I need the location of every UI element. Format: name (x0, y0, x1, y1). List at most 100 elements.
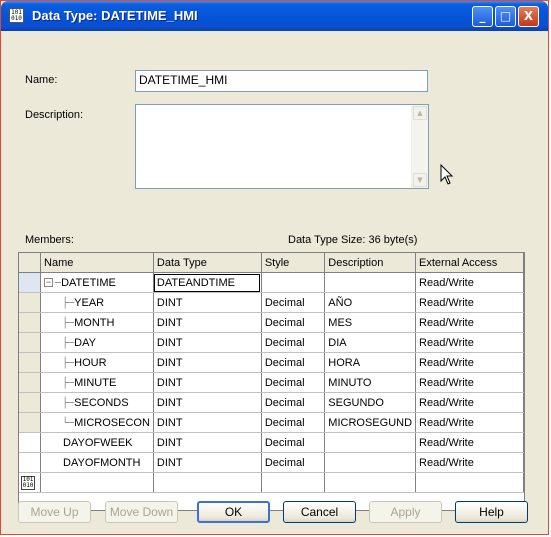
description-cell[interactable] (324, 452, 417, 473)
title-bar[interactable]: 101 010 Data Type: DATETIME_HMI _ □ X (1, 1, 548, 31)
row-selector[interactable] (19, 432, 42, 453)
cancel-button[interactable]: Cancel (283, 501, 356, 523)
external-access-cell[interactable]: Read/Write (415, 372, 524, 393)
row-selector[interactable]: 101 010 (19, 472, 42, 493)
table-row[interactable]: ├─HOUR DINT Decimal HORA Read/Write (19, 352, 524, 373)
new-member-description-cell[interactable] (324, 472, 417, 493)
data-type-cell[interactable]: DINT (153, 292, 262, 313)
row-selector[interactable] (19, 352, 42, 373)
table-row[interactable]: ├─MONTH DINT Decimal MES Read/Write (19, 312, 524, 333)
new-member-access-cell[interactable] (415, 472, 524, 493)
new-member-style-cell[interactable] (261, 472, 326, 493)
row-selector[interactable] (19, 292, 42, 313)
external-access-cell[interactable]: Read/Write (415, 452, 524, 473)
new-member-name-cell[interactable] (40, 472, 154, 493)
help-button[interactable]: Help (455, 501, 528, 523)
table-row[interactable]: ├─SECONDS DINT Decimal SEGUNDO Read/Writ… (19, 392, 524, 413)
close-icon: X (523, 9, 534, 23)
row-selector[interactable] (19, 272, 42, 293)
style-cell[interactable]: Decimal (261, 292, 326, 313)
move-down-button[interactable]: Move Down (105, 501, 178, 523)
table-row[interactable]: ├─DAY DINT Decimal DIA Read/Write (19, 332, 524, 353)
style-cell[interactable]: Decimal (261, 312, 326, 333)
table-row[interactable]: ├─YEAR DINT Decimal AÑO Read/Write (19, 292, 524, 313)
member-name-cell[interactable]: DAYOFMONTH (40, 452, 154, 473)
name-input[interactable]: DATETIME_HMI (135, 70, 428, 92)
column-header-external-access[interactable]: External Access (415, 253, 524, 273)
row-selector[interactable] (19, 452, 42, 473)
data-type-cell[interactable]: DINT (153, 372, 262, 393)
scroll-down-arrow-icon[interactable]: ▼ (413, 173, 427, 187)
style-cell[interactable]: Decimal (261, 452, 326, 473)
external-access-cell[interactable]: Read/Write (415, 352, 524, 373)
collapse-icon[interactable]: − (44, 278, 54, 288)
member-name-cell[interactable]: └─MICROSECON (40, 412, 154, 433)
description-cell[interactable]: HORA (324, 352, 417, 373)
column-header-description[interactable]: Description (324, 253, 417, 273)
description-cell[interactable] (324, 432, 417, 453)
data-type-cell[interactable]: DINT (153, 392, 262, 413)
description-textarea[interactable]: ▲ ▼ (135, 104, 429, 189)
member-name-cell[interactable]: ├─YEAR (40, 292, 154, 313)
data-type-cell[interactable]: DINT (153, 412, 262, 433)
maximize-button[interactable]: □ (495, 6, 516, 27)
new-member-row[interactable]: 101 010 (19, 472, 524, 493)
description-cell[interactable]: AÑO (324, 292, 417, 313)
description-cell[interactable]: SEGUNDO (324, 392, 417, 413)
table-row[interactable]: └─MICROSECON DINT Decimal MICROSEGUND Re… (19, 412, 524, 433)
member-name-cell[interactable]: ├─MONTH (40, 312, 154, 333)
style-cell[interactable]: Decimal (261, 392, 326, 413)
style-cell[interactable]: Decimal (261, 332, 326, 353)
table-row[interactable]: DAYOFWEEK DINT Decimal Read/Write (19, 432, 524, 453)
row-selector[interactable] (19, 372, 42, 393)
member-name-cell[interactable]: ├─SECONDS (40, 392, 154, 413)
description-cell[interactable]: MES (324, 312, 417, 333)
ok-button[interactable]: OK (197, 501, 270, 523)
external-access-cell[interactable]: Read/Write (415, 292, 524, 313)
style-cell[interactable] (261, 272, 326, 293)
table-row[interactable]: DAYOFMONTH DINT Decimal Read/Write (19, 452, 524, 473)
row-selector[interactable] (19, 332, 42, 353)
external-access-cell[interactable]: Read/Write (415, 272, 524, 293)
data-type-cell[interactable]: DINT (153, 332, 262, 353)
column-header-style[interactable]: Style (261, 253, 326, 273)
move-up-button[interactable]: Move Up (18, 501, 91, 523)
row-selector[interactable] (19, 312, 42, 333)
style-cell[interactable]: Decimal (261, 352, 326, 373)
row-selector[interactable] (19, 392, 42, 413)
members-table: Name Data Type Style Description Externa… (19, 253, 524, 493)
description-cell[interactable]: MICROSEGUND (324, 412, 417, 433)
data-type-cell[interactable]: DATEANDTIME (153, 272, 262, 293)
external-access-cell[interactable]: Read/Write (415, 312, 524, 333)
minimize-button[interactable]: _ (472, 6, 493, 27)
data-type-cell[interactable]: DINT (153, 312, 262, 333)
member-name-cell[interactable]: DAYOFWEEK (40, 432, 154, 453)
apply-button[interactable]: Apply (369, 501, 442, 523)
style-cell[interactable]: Decimal (261, 372, 326, 393)
member-name-cell[interactable]: ├─MINUTE (40, 372, 154, 393)
column-header-name[interactable]: Name (40, 253, 154, 273)
external-access-cell[interactable]: Read/Write (415, 392, 524, 413)
member-name-cell[interactable]: ├─DAY (40, 332, 154, 353)
column-header-data-type[interactable]: Data Type (153, 253, 262, 273)
external-access-cell[interactable]: Read/Write (415, 412, 524, 433)
table-row[interactable]: − ─DATETIME DATEANDTIME Read/Write (19, 272, 524, 293)
description-cell[interactable]: MINUTO (324, 372, 417, 393)
data-type-cell[interactable]: DINT (153, 352, 262, 373)
close-button[interactable]: X (518, 6, 539, 27)
description-scrollbar[interactable]: ▲ ▼ (411, 105, 428, 188)
member-name-cell[interactable]: − ─DATETIME (40, 272, 154, 293)
scroll-up-arrow-icon[interactable]: ▲ (413, 106, 427, 120)
style-cell[interactable]: Decimal (261, 432, 326, 453)
external-access-cell[interactable]: Read/Write (415, 432, 524, 453)
row-selector[interactable] (19, 412, 42, 433)
description-cell[interactable]: DIA (324, 332, 417, 353)
description-cell[interactable] (324, 272, 417, 293)
style-cell[interactable]: Decimal (261, 412, 326, 433)
new-member-type-cell[interactable] (153, 472, 262, 493)
member-name-cell[interactable]: ├─HOUR (40, 352, 154, 373)
data-type-cell[interactable]: DINT (153, 452, 262, 473)
table-row[interactable]: ├─MINUTE DINT Decimal MINUTO Read/Write (19, 372, 524, 393)
external-access-cell[interactable]: Read/Write (415, 332, 524, 353)
data-type-cell[interactable]: DINT (153, 432, 262, 453)
